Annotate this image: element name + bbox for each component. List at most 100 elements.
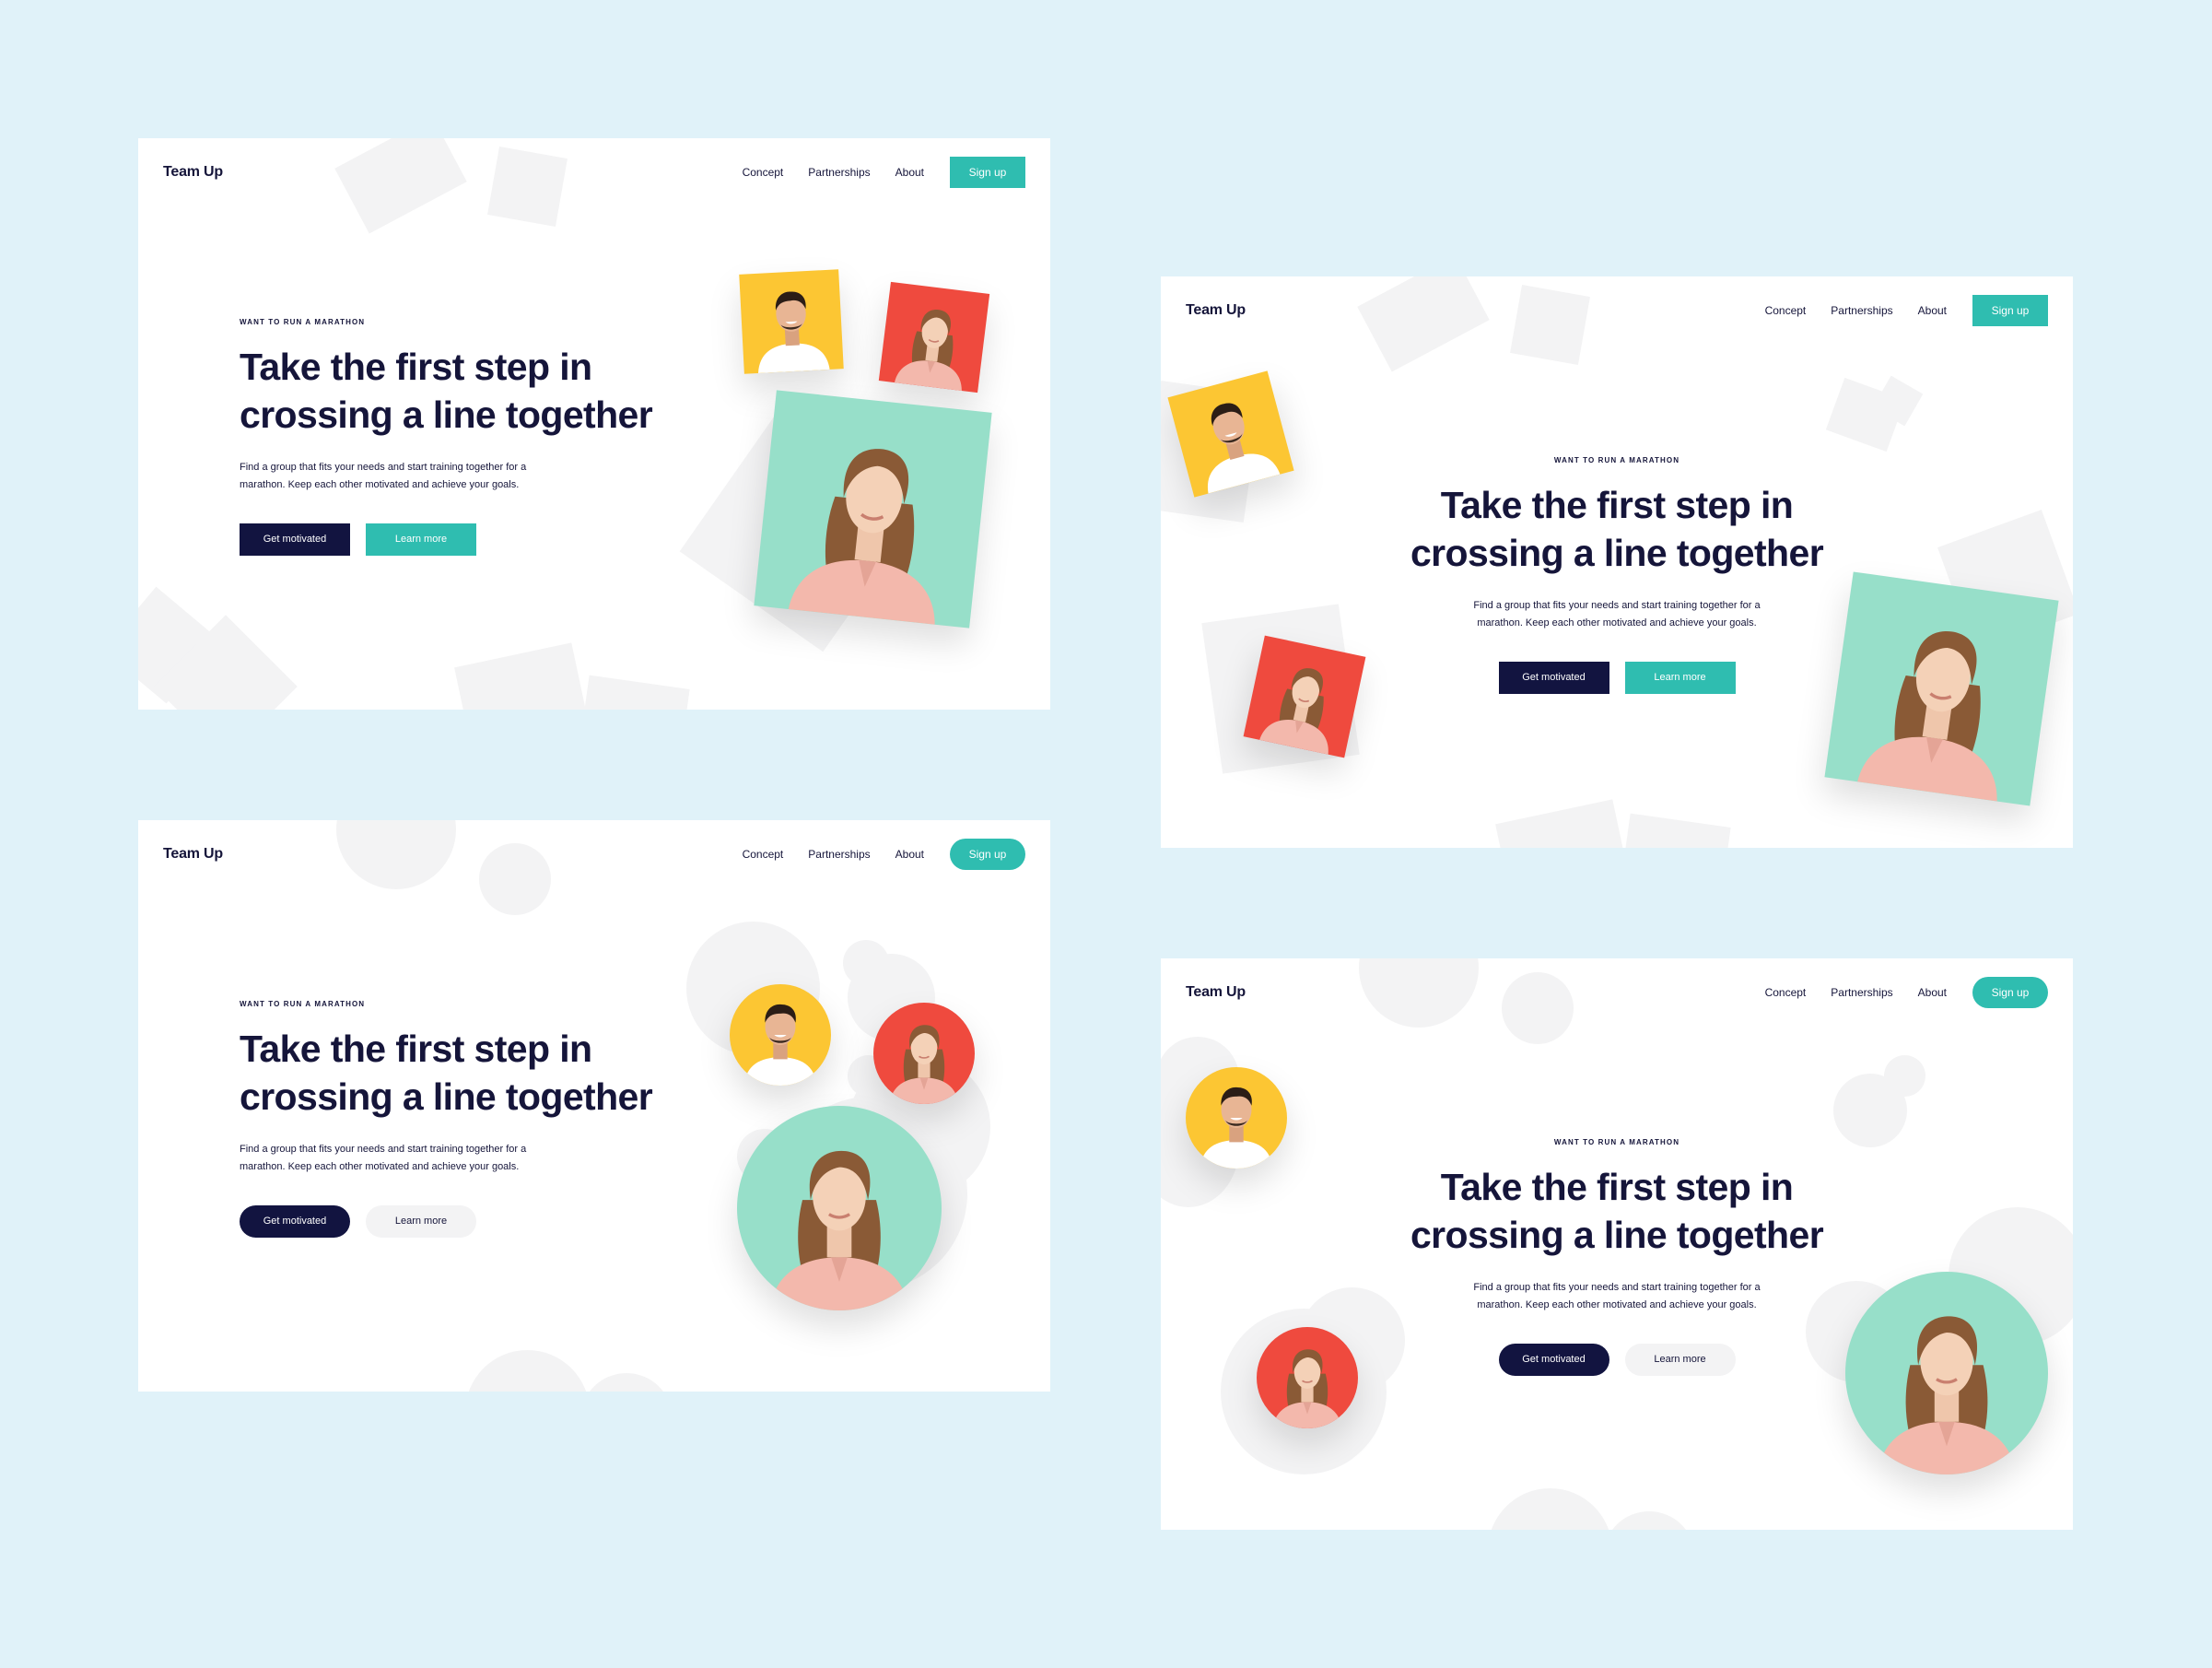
- bg-circle: [1359, 958, 1479, 1028]
- bg-circle: [843, 940, 889, 986]
- woman-portrait-icon: [1878, 1316, 2016, 1474]
- hero-title-line2: crossing a line together: [240, 1075, 653, 1118]
- nav-about[interactable]: About: [1918, 304, 1947, 317]
- hero-description-line2: marathon. Keep each other motivated and …: [240, 1161, 520, 1172]
- woman-portrait-icon: [889, 1025, 959, 1104]
- brand-logo[interactable]: Team Up: [163, 846, 223, 863]
- hero-description: Find a group that fits your needs and st…: [1465, 1279, 1769, 1314]
- hero-description-line1: Find a group that fits your needs and st…: [240, 1144, 527, 1155]
- bg-shape: [334, 138, 467, 234]
- woman-portrait-icon: [788, 449, 935, 625]
- nav-about[interactable]: About: [1918, 986, 1947, 999]
- hero-description-line2: marathon. Keep each other motivated and …: [1477, 1299, 1757, 1310]
- hero-description-line1: Find a group that fits your needs and st…: [240, 462, 527, 473]
- bg-shape: [1622, 813, 1731, 848]
- hero-description-line2: marathon. Keep each other motivated and …: [1477, 617, 1757, 628]
- man-portrait-icon: [757, 291, 830, 373]
- portrait-man: [730, 984, 831, 1086]
- portrait-woman-small: [1243, 635, 1366, 758]
- hero-eyebrow: WANT TO RUN A MARATHON: [1553, 1138, 1680, 1146]
- nav-about[interactable]: About: [895, 166, 924, 179]
- woman-portrait-icon: [894, 309, 962, 392]
- portrait-man: [739, 269, 844, 374]
- top-nav: Concept Partnerships About Sign up: [1740, 295, 2048, 326]
- bg-shape: [1510, 285, 1590, 365]
- man-portrait-icon: [1200, 1087, 1273, 1169]
- hero-section: WANT TO RUN A MARATHON Take the first st…: [240, 1000, 673, 1238]
- top-nav: Concept Partnerships About Sign up: [718, 157, 1025, 188]
- hero-title: Take the first step in crossing a line t…: [1400, 481, 1833, 577]
- hero-buttons: Get motivated Learn more: [1400, 662, 1833, 694]
- hero-title: Take the first step in crossing a line t…: [1400, 1163, 1833, 1259]
- portrait-woman-small: [878, 281, 990, 394]
- top-nav: Concept Partnerships About Sign up: [1740, 977, 2048, 1008]
- landing-variant-round-left: Team Up Concept Partnerships About Sign …: [138, 820, 1050, 1392]
- portrait-woman-large: [1824, 571, 2059, 806]
- bg-circle: [479, 843, 551, 915]
- nav-partnerships[interactable]: Partnerships: [1831, 304, 1892, 317]
- bg-circle: [1603, 1511, 1695, 1530]
- portrait-man: [1186, 1067, 1287, 1169]
- learn-more-button[interactable]: Learn more: [1624, 662, 1736, 694]
- hero-title-line2: crossing a line together: [240, 394, 653, 436]
- learn-more-button[interactable]: Learn more: [1624, 1344, 1736, 1376]
- bg-circle: [465, 1350, 590, 1392]
- woman-portrait-icon: [1259, 668, 1328, 755]
- nav-partnerships[interactable]: Partnerships: [808, 848, 870, 861]
- woman-portrait-icon: [769, 1150, 909, 1310]
- hero-title-line1: Take the first step in: [240, 1028, 592, 1070]
- hero-title-line1: Take the first step in: [240, 346, 592, 388]
- nav-concept[interactable]: Concept: [743, 848, 784, 861]
- brand-logo[interactable]: Team Up: [163, 164, 223, 181]
- nav-partnerships[interactable]: Partnerships: [1831, 986, 1892, 999]
- get-motivated-button[interactable]: Get motivated: [240, 1205, 350, 1238]
- hero-section: WANT TO RUN A MARATHON Take the first st…: [1400, 1138, 1833, 1376]
- hero-section: WANT TO RUN A MARATHON Take the first st…: [1400, 456, 1833, 694]
- nav-concept[interactable]: Concept: [1765, 986, 1807, 999]
- bg-circle: [580, 1373, 673, 1392]
- portrait-woman-small: [873, 1003, 975, 1104]
- bg-shape: [1357, 276, 1490, 372]
- learn-more-button[interactable]: Learn more: [366, 523, 476, 556]
- portrait-woman-small: [1257, 1327, 1358, 1428]
- bg-circle: [1884, 1055, 1925, 1097]
- hero-description: Find a group that fits your needs and st…: [240, 459, 544, 494]
- bg-shape: [581, 675, 690, 710]
- signup-button[interactable]: Sign up: [950, 839, 1025, 870]
- woman-portrait-icon: [1857, 631, 1997, 802]
- top-nav: Concept Partnerships About Sign up: [718, 839, 1025, 870]
- hero-description-line2: marathon. Keep each other motivated and …: [240, 479, 520, 490]
- get-motivated-button[interactable]: Get motivated: [1498, 1344, 1609, 1376]
- nav-concept[interactable]: Concept: [743, 166, 784, 179]
- nav-about[interactable]: About: [895, 848, 924, 861]
- hero-description: Find a group that fits your needs and st…: [1465, 597, 1769, 632]
- nav-partnerships[interactable]: Partnerships: [808, 166, 870, 179]
- bg-shape: [487, 147, 568, 227]
- bg-circle: [1488, 1488, 1612, 1530]
- signup-button[interactable]: Sign up: [950, 157, 1025, 188]
- hero-eyebrow: WANT TO RUN A MARATHON: [1553, 456, 1680, 464]
- hero-description: Find a group that fits your needs and st…: [240, 1141, 544, 1176]
- portrait-woman-large: [1845, 1272, 2048, 1474]
- hero-title: Take the first step in crossing a line t…: [240, 1025, 673, 1121]
- woman-portrait-icon: [1272, 1349, 1342, 1428]
- hero-title: Take the first step in crossing a line t…: [240, 343, 673, 439]
- brand-logo[interactable]: Team Up: [1186, 984, 1246, 1001]
- hero-description-line1: Find a group that fits your needs and st…: [1473, 1282, 1761, 1293]
- bg-shape: [454, 642, 587, 710]
- hero-section: WANT TO RUN A MARATHON Take the first st…: [240, 318, 673, 556]
- get-motivated-button[interactable]: Get motivated: [240, 523, 350, 556]
- landing-variant-square-centered: Team Up Concept Partnerships About Sign …: [1161, 276, 2073, 848]
- hero-title-line2: crossing a line together: [1410, 1214, 1824, 1256]
- landing-variant-round-centered: Team Up Concept Partnerships About Sign …: [1161, 958, 2073, 1530]
- hero-buttons: Get motivated Learn more: [240, 523, 673, 556]
- nav-concept[interactable]: Concept: [1765, 304, 1807, 317]
- hero-title-line1: Take the first step in: [1440, 1166, 1794, 1208]
- learn-more-button[interactable]: Learn more: [366, 1205, 476, 1238]
- portrait-woman-large: [737, 1106, 942, 1310]
- get-motivated-button[interactable]: Get motivated: [1498, 662, 1609, 694]
- signup-button[interactable]: Sign up: [1972, 977, 2048, 1008]
- hero-title-line2: crossing a line together: [1410, 532, 1824, 574]
- brand-logo[interactable]: Team Up: [1186, 302, 1246, 319]
- signup-button[interactable]: Sign up: [1972, 295, 2048, 326]
